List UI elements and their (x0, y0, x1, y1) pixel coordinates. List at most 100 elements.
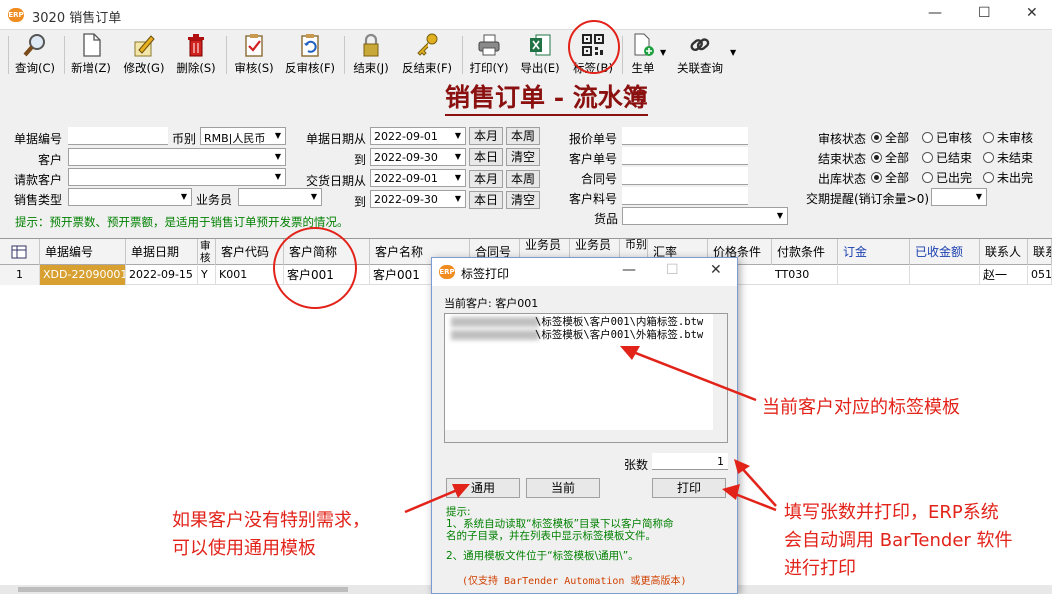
sales-type-select[interactable]: ▼ (68, 188, 192, 206)
dialog-maximize-button: ☐ (666, 262, 679, 278)
close-all-radio[interactable]: 全部 (871, 149, 909, 166)
doc-no-input[interactable] (68, 127, 168, 145)
audit-button[interactable]: 审核(S) (230, 32, 278, 76)
audit-all-radio[interactable]: 全部 (871, 129, 909, 146)
chevron-down-icon: ▼ (271, 169, 285, 185)
general-template-button[interactable]: 通用 (446, 478, 520, 498)
new-button[interactable]: 新增(Z) (68, 32, 114, 76)
col-payment-terms[interactable]: 付款条件 (772, 239, 838, 265)
audit-undone-radio[interactable]: 未审核 (983, 129, 1033, 146)
radio-on-icon (871, 152, 882, 163)
col-doc-date[interactable]: 单据日期 (126, 239, 198, 265)
goods-select[interactable]: ▼ (622, 207, 788, 225)
export-button[interactable]: 导出(E) (516, 32, 564, 76)
doc-month-button[interactable]: 本月 (469, 127, 503, 145)
label-print-dialog: ERP 标签打印 — ☐ ✕ 当前客户: 客户001 \标签模板\客户001\内… (431, 257, 738, 594)
annotation-print-note-1: 填写张数并打印，ERP系统 (784, 502, 999, 523)
column-selector-icon[interactable] (0, 239, 40, 265)
print-label-button[interactable]: 打印 (652, 478, 726, 498)
delivery-week-button[interactable]: 本周 (506, 170, 540, 188)
list-vertical-scrollbar[interactable] (713, 314, 727, 442)
template-list[interactable]: \标签模板\客户001\内箱标签.btw \标签模板\客户001\外箱标签.bt… (444, 313, 728, 443)
list-item[interactable]: \标签模板\客户001\外箱标签.btw (535, 327, 703, 342)
stock-all-radio[interactable]: 全部 (871, 169, 909, 186)
label-print-button[interactable]: 标签(B) (568, 32, 618, 76)
delete-button[interactable]: 删除(S) (172, 32, 220, 76)
unclose-button[interactable]: 反结束(F) (398, 32, 456, 76)
dialog-close-button[interactable]: ✕ (710, 262, 722, 278)
stock-undone-radio[interactable]: 未出完 (983, 169, 1033, 186)
new-document-icon (83, 33, 101, 57)
close-button[interactable]: ✕ (1026, 5, 1038, 21)
redacted-path (451, 317, 539, 327)
chevron-down-icon: ▼ (451, 149, 465, 165)
col-customer-short[interactable]: 客户简称 (284, 239, 370, 265)
radio-off-icon (983, 152, 994, 163)
close-done-radio[interactable]: 已结束 (922, 149, 972, 166)
col-doc-no[interactable]: 单据编号 (40, 239, 126, 265)
col-received[interactable]: 已收金额 (910, 239, 980, 265)
annotation-template-note: 当前客户对应的标签模板 (762, 397, 960, 418)
close-status-label: 结束状态 (818, 152, 867, 166)
padlock-icon (363, 33, 379, 57)
copies-input[interactable]: 1 (652, 453, 728, 470)
annotation-print-note-2: 会自动调用 BarTender 软件 (784, 530, 1013, 551)
scrollbar-thumb[interactable] (18, 587, 348, 592)
doc-clear-button[interactable]: 清空 (506, 148, 540, 166)
doc-week-button[interactable]: 本周 (506, 127, 540, 145)
radio-on-icon (871, 172, 882, 183)
doc-date-to-input[interactable]: 2022-09-30 ▼ (370, 148, 466, 166)
contract-no-label: 合同号 (581, 172, 618, 186)
unaudit-button[interactable]: 反审核(F) (282, 32, 338, 76)
current-template-button[interactable]: 当前 (526, 478, 600, 498)
list-horizontal-scrollbar[interactable] (445, 430, 715, 442)
chevron-down-icon: ▼ (177, 189, 191, 205)
chevron-down-icon: ▼ (451, 128, 465, 144)
delivery-date-from-input[interactable]: 2022-09-01 ▼ (370, 169, 466, 187)
col-deposit[interactable]: 订金 (838, 239, 910, 265)
edit-button[interactable]: 修改(G) (120, 32, 168, 76)
delivery-today-button[interactable]: 本日 (469, 191, 503, 209)
stock-done-radio[interactable]: 已出完 (922, 169, 972, 186)
audit-done-radio[interactable]: 已审核 (922, 129, 972, 146)
close-undone-radio[interactable]: 未结束 (983, 149, 1033, 166)
delivery-clear-button[interactable]: 清空 (506, 191, 540, 209)
dialog-minimize-button[interactable]: — (622, 262, 636, 278)
customer-part-input[interactable] (622, 187, 748, 205)
query-button[interactable]: 查询(C) (12, 32, 58, 76)
col-contact-2[interactable]: 联系 (1028, 239, 1052, 265)
col-contact[interactable]: 联系人 (980, 239, 1028, 265)
delivery-month-button[interactable]: 本月 (469, 170, 503, 188)
related-dropdown-icon[interactable]: ▼ (730, 48, 736, 57)
chevron-down-icon: ▼ (271, 149, 285, 165)
col-customer-code[interactable]: 客户代码 (216, 239, 284, 265)
delivery-remind-select[interactable]: ▼ (931, 188, 987, 206)
col-audit[interactable]: 审核 (198, 239, 216, 265)
salesman-select[interactable]: ▼ (238, 188, 322, 206)
quote-no-input[interactable] (622, 127, 748, 145)
customer-no-input[interactable] (622, 147, 748, 165)
cell-doc-no[interactable]: XDD-22090001 (40, 265, 126, 285)
key-icon (417, 33, 438, 56)
toolbar: 查询(C) 新增(Z) 修改(G) 删除(S) 审核(S) 反审核(F) 结束(… (0, 30, 1052, 78)
minimize-button[interactable]: — (928, 5, 942, 21)
generate-dropdown-icon[interactable]: ▼ (660, 48, 666, 57)
maximize-button[interactable]: ☐ (978, 5, 991, 21)
contract-no-input[interactable] (622, 167, 748, 185)
delivery-date-to-input[interactable]: 2022-09-30 ▼ (370, 190, 466, 208)
related-query-button[interactable]: 关联查询 (672, 32, 728, 76)
doc-date-from-label: 单据日期从 (306, 132, 367, 146)
annotation-print-note-3: 进行打印 (784, 558, 856, 579)
doc-today-button[interactable]: 本日 (469, 148, 503, 166)
print-button[interactable]: 打印(Y) (466, 32, 512, 76)
customer-select[interactable]: ▼ (68, 148, 286, 166)
customer-part-label: 客户料号 (569, 192, 618, 206)
annotation-general-note-2: 可以使用通用模板 (172, 538, 316, 559)
goods-label: 货品 (594, 212, 619, 226)
doc-date-from-input[interactable]: 2022-09-01 ▼ (370, 127, 466, 145)
edit-pencil-icon (134, 35, 155, 57)
close-order-button[interactable]: 结束(J) (348, 32, 394, 76)
request-customer-select[interactable]: ▼ (68, 168, 286, 186)
currency-select[interactable]: RMB|人民币 ▼ (200, 127, 286, 145)
generate-button[interactable]: 生单 (626, 32, 660, 76)
